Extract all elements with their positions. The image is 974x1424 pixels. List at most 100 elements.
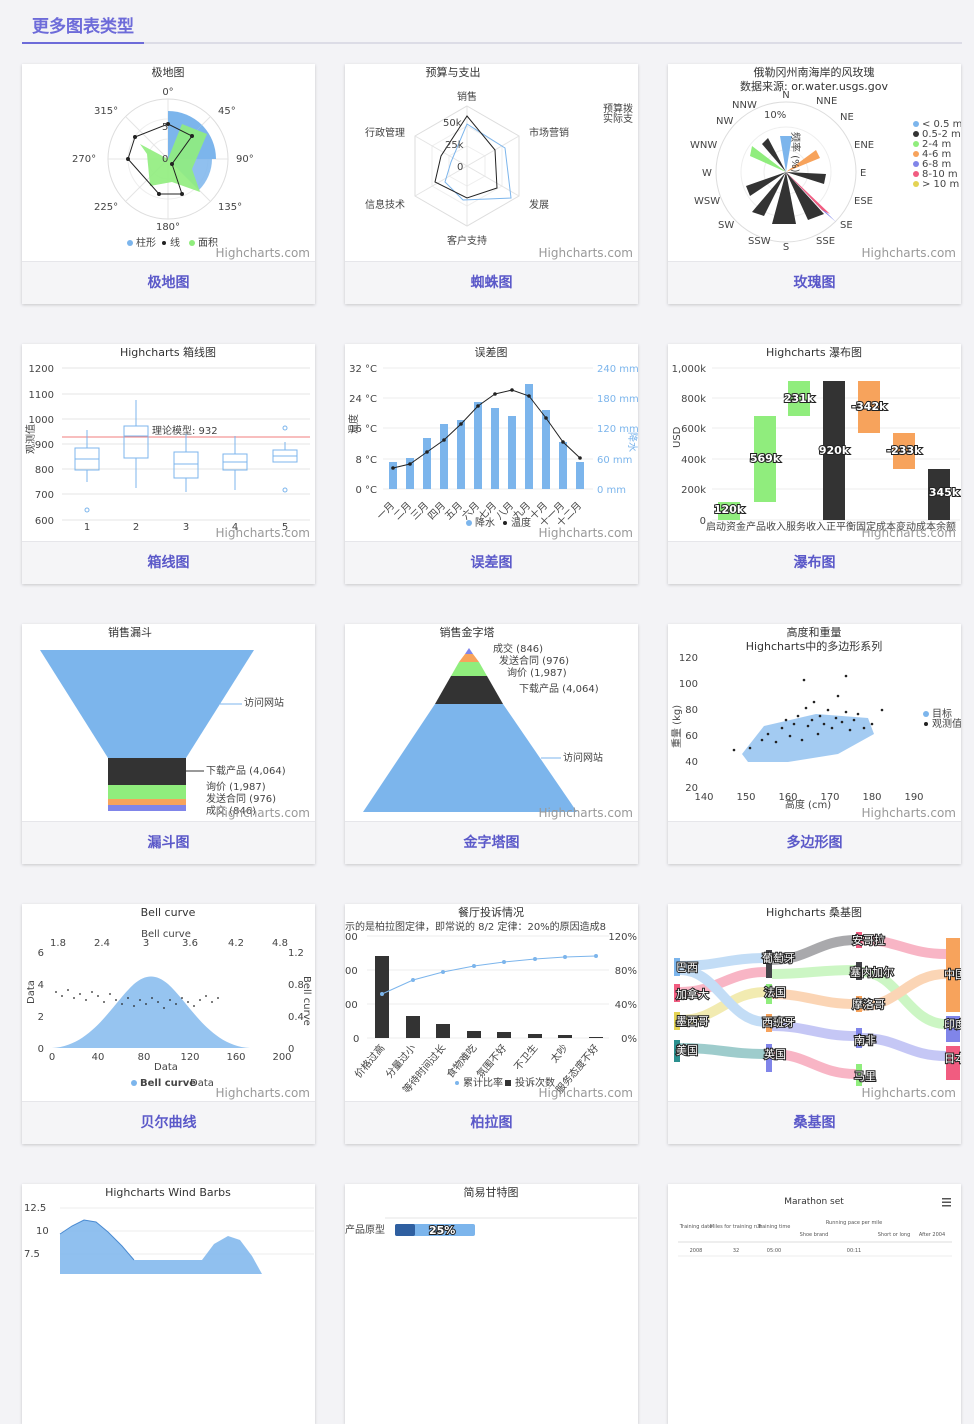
bellcurve-chart-thumbnail[interactable]: Bell curve Bell curve 1.8 2.4 3 3.6 4.2 … [22, 904, 315, 1101]
legend-item[interactable]: 线 [170, 236, 180, 249]
chart-card-polar[interactable]: 极地图 0° 45° 90° 135° 180° 225° 270° 315° … [22, 64, 315, 304]
chart-card-label[interactable]: 蜘蛛图 [345, 261, 638, 304]
datatable-chart-thumbnail[interactable]: Marathon set Training date Miles for tra… [668, 1184, 961, 1381]
legend-item[interactable]: Bell curve [140, 1078, 196, 1089]
legend-item[interactable]: 累计比率 [463, 1076, 503, 1089]
y-axis-title: USD [672, 426, 683, 448]
chart-card-label[interactable]: 多边形图 [668, 821, 961, 864]
y-axis-title: 观测值 [24, 424, 37, 454]
direction-label: NE [840, 112, 854, 123]
legend-item[interactable]: 降水 [475, 516, 495, 529]
errorbar-chart-thumbnail[interactable]: 误差图 32 °C 24 °C 16 °C 8 °C 0 °C 240 mm 1… [345, 344, 638, 541]
sankey-chart-thumbnail[interactable]: Highcharts 桑基图 巴西 加拿大 墨西哥 美国 葡萄牙 法国 西班牙 … [668, 904, 961, 1101]
y-tick: 7.5 [24, 1249, 40, 1260]
left-tick: 0 [353, 1034, 359, 1045]
y-tick: 120 [679, 653, 698, 664]
credit-text[interactable]: Highcharts.com [216, 526, 310, 540]
chart-card-label[interactable]: 贝尔曲线 [22, 1101, 315, 1144]
table-cell: 2008 [690, 1248, 703, 1254]
chart-card-polygon[interactable]: 高度和重量 Highcharts中的多边形系列 120 100 80 60 40… [668, 624, 961, 864]
table-cell: 00:11 [847, 1248, 861, 1254]
legend-item[interactable]: > 10 m [922, 179, 959, 190]
node-label: 西班牙 [762, 1016, 795, 1029]
stage-label: 发送合同 (976) [499, 654, 569, 667]
credit-text[interactable]: Highcharts.com [862, 246, 956, 260]
chart-card-datatable[interactable]: Marathon set Training date Miles for tra… [668, 1184, 961, 1424]
chart-card-boxplot[interactable]: Highcharts 箱线图 1200 1100 1000 900 800 70… [22, 344, 315, 584]
legend-item[interactable]: 观测值 [932, 717, 961, 730]
windrose-chart-thumbnail[interactable]: 俄勒冈州南海岸的风玫瑰 数据来源: or.water.usgs.gov N NN… [668, 64, 961, 261]
legend-item[interactable]: 柱形 [136, 236, 156, 249]
section-title: 更多图表类型 [22, 0, 144, 44]
credit-text[interactable]: Highcharts.com [862, 526, 956, 540]
legend-item[interactable]: 实际支 [603, 112, 633, 125]
right-tick: 80% [615, 966, 637, 977]
waterfall-chart-thumbnail[interactable]: Highcharts 瀑布图 1,000k 800k 600k 400k 200… [668, 344, 961, 541]
x-tick: 一月 [374, 500, 397, 523]
chart-card-windbarbs[interactable]: Highcharts Wind Barbs 12.5 10 7.5 [22, 1184, 315, 1424]
chart-card-label[interactable]: 柏拉图 [345, 1101, 638, 1144]
bar-label: -233k [887, 444, 923, 457]
legend-item[interactable]: 温度 [511, 516, 531, 529]
chart-card-errorbar[interactable]: 误差图 32 °C 24 °C 16 °C 8 °C 0 °C 240 mm 1… [345, 344, 638, 584]
chart-card-pareto[interactable]: 餐厅投诉情况 示的是柏拉图定律，即常说的 8/2 定律：20%的原因造成8 00… [345, 904, 638, 1144]
credit-text[interactable]: Highcharts.com [539, 1086, 633, 1100]
chart-card-pyramid[interactable]: 销售金字塔 成交 (846) 发送合同 (976) 询价 (1,987) 下载产… [345, 624, 638, 864]
credit-text[interactable]: Highcharts.com [216, 1086, 310, 1100]
chart-card-sankey[interactable]: Highcharts 桑基图 巴西 加拿大 墨西哥 美国 葡萄牙 法国 西班牙 … [668, 904, 961, 1144]
chart-card-spider[interactable]: 预算与支出 销售 市场营销 发展 客户支持 信息技术 行政管理 50k 25k … [345, 64, 638, 304]
pyramid-chart-thumbnail[interactable]: 销售金字塔 成交 (846) 发送合同 (976) 询价 (1,987) 下载产… [345, 624, 638, 821]
angle-label: 135° [218, 202, 242, 213]
credit-text[interactable]: Highcharts.com [539, 806, 633, 820]
rose-legend[interactable]: < 0.5 m 0.5-2 m 2-4 m 4-6 m 6-8 m 8-10 m… [913, 119, 961, 190]
windbarbs-chart-thumbnail[interactable]: Highcharts Wind Barbs 12.5 10 7.5 [22, 1184, 315, 1381]
polygon-chart-thumbnail[interactable]: 高度和重量 Highcharts中的多边形系列 120 100 80 60 40… [668, 624, 961, 821]
pareto-chart-thumbnail[interactable]: 餐厅投诉情况 示的是柏拉图定律，即常说的 8/2 定律：20%的原因造成8 00… [345, 904, 638, 1101]
y-tick: 40 [685, 757, 698, 768]
chart-card-windrose[interactable]: 俄勒冈州南海岸的风玫瑰 数据来源: or.water.usgs.gov N NN… [668, 64, 961, 304]
chart-subtitle: 数据来源: or.water.usgs.gov [740, 79, 888, 93]
credit-text[interactable]: Highcharts.com [216, 806, 310, 820]
angle-label: 45° [218, 106, 236, 117]
menu-icon[interactable] [942, 1198, 951, 1207]
credit-text[interactable]: Highcharts.com [539, 526, 633, 540]
chart-card-label[interactable]: 箱线图 [22, 541, 315, 584]
boxplot-chart-thumbnail[interactable]: Highcharts 箱线图 1200 1100 1000 900 800 70… [22, 344, 315, 541]
direction-label: SSE [816, 236, 835, 247]
direction-label: NW [716, 116, 733, 127]
chart-card-label[interactable]: 瀑布图 [668, 541, 961, 584]
chart-card-gantt[interactable]: 简易甘特图 产品原型 25% [345, 1184, 638, 1424]
gantt-chart-thumbnail[interactable]: 简易甘特图 产品原型 25% [345, 1184, 638, 1381]
node-label: 马里 [854, 1070, 876, 1083]
chart-card-label[interactable]: 玫瑰图 [668, 261, 961, 304]
bar-label: 345k [929, 486, 960, 499]
chart-card-label[interactable]: 桑基图 [668, 1101, 961, 1144]
right-tick: 1.2 [288, 948, 304, 959]
node-label: 南非 [854, 1034, 876, 1047]
left-tick: 00 [345, 1000, 358, 1011]
chart-card-label[interactable]: 漏斗图 [22, 821, 315, 864]
axis-label: 销售 [457, 90, 477, 103]
y-tick: 400k [681, 455, 706, 466]
chart-card-funnel[interactable]: 销售漏斗 访问网站 下载产品 (4,064) 询价 (1,987) 发送合同 (… [22, 624, 315, 864]
credit-text[interactable]: Highcharts.com [216, 246, 310, 260]
credit-text[interactable]: Highcharts.com [862, 1086, 956, 1100]
spider-chart-thumbnail[interactable]: 预算与支出 销售 市场营销 发展 客户支持 信息技术 行政管理 50k 25k … [345, 64, 638, 261]
stage-label: 询价 (1,987) [206, 780, 266, 793]
chart-subtitle: Highcharts中的多边形系列 [746, 639, 883, 653]
chart-card-label[interactable]: 金字塔图 [345, 821, 638, 864]
chart-card-bellcurve[interactable]: Bell curve Bell curve 1.8 2.4 3 3.6 4.2 … [22, 904, 315, 1144]
angle-label: 90° [236, 154, 254, 165]
chart-card-waterfall[interactable]: Highcharts 瀑布图 1,000k 800k 600k 400k 200… [668, 344, 961, 584]
polar-chart-thumbnail[interactable]: 极地图 0° 45° 90° 135° 180° 225° 270° 315° … [22, 64, 315, 261]
right-tick: 0% [621, 1034, 637, 1045]
chart-card-label[interactable]: 极地图 [22, 261, 315, 304]
funnel-chart-thumbnail[interactable]: 销售漏斗 访问网站 下载产品 (4,064) 询价 (1,987) 发送合同 (… [22, 624, 315, 821]
column-header: Running pace per mile [826, 1220, 882, 1226]
y-tick: 1,000k [672, 364, 707, 375]
credit-text[interactable]: Highcharts.com [539, 246, 633, 260]
legend-item[interactable]: Data [190, 1078, 214, 1089]
chart-card-label[interactable]: 误差图 [345, 541, 638, 584]
credit-text[interactable]: Highcharts.com [862, 806, 956, 820]
left-tick: 2 [38, 1012, 44, 1023]
